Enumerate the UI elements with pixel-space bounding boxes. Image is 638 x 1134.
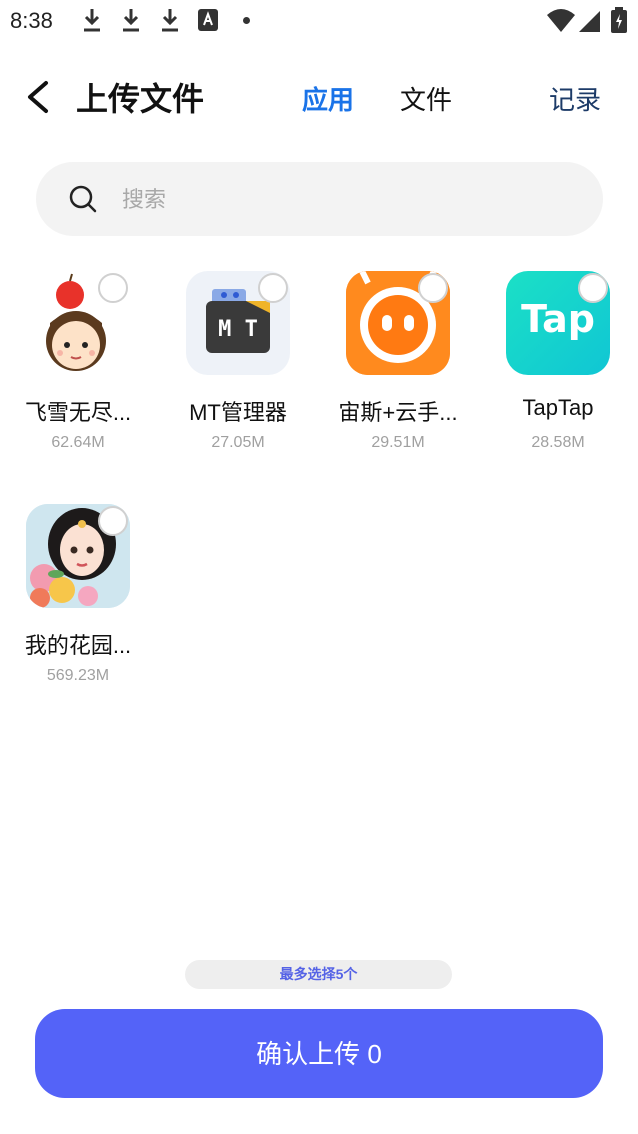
app-name: 宙斯+云手... xyxy=(338,400,458,425)
select-checkbox[interactable] xyxy=(258,273,288,303)
app-name: 飞雪无尽... xyxy=(24,400,132,425)
taptap-icon-text: Tap xyxy=(521,297,595,341)
tab-files[interactable]: 文件 xyxy=(400,80,452,117)
app-name: 我的花园... xyxy=(24,633,132,658)
selection-limit-hint: 最多选择5个 xyxy=(185,960,452,989)
dot-icon xyxy=(243,17,250,24)
app-name: TapTap xyxy=(522,395,594,420)
battery-icon xyxy=(611,7,627,33)
app-size: 569.23M xyxy=(46,667,110,684)
translate-icon xyxy=(198,9,218,31)
select-checkbox[interactable] xyxy=(98,506,128,536)
app-size: 27.05M xyxy=(211,434,265,451)
app-size: 28.58M xyxy=(531,434,585,451)
download-icon xyxy=(84,9,100,32)
search-icon xyxy=(69,185,97,213)
status-time: 8:38 xyxy=(10,8,53,33)
back-arrow-icon[interactable] xyxy=(22,78,56,116)
tab-apps[interactable]: 应用 xyxy=(302,80,354,117)
wifi-icon xyxy=(547,9,575,32)
records-link[interactable]: 记录 xyxy=(549,80,601,117)
app-size: 29.51M xyxy=(371,434,425,451)
app-size: 62.64M xyxy=(51,434,105,451)
select-checkbox[interactable] xyxy=(418,273,448,303)
select-checkbox[interactable] xyxy=(98,273,128,303)
confirm-upload-button[interactable]: 确认上传 0 xyxy=(35,1009,603,1098)
download-icon xyxy=(123,9,139,32)
download-icon xyxy=(162,9,178,32)
page-title: 上传文件 xyxy=(76,81,205,117)
mt-icon-text: M T xyxy=(218,317,258,342)
app-name: MT管理器 xyxy=(189,400,287,425)
select-checkbox[interactable] xyxy=(578,273,608,303)
search-bar[interactable] xyxy=(36,162,603,236)
signal-icon xyxy=(579,11,600,32)
status-bar: 8:38 xyxy=(0,0,638,42)
search-input[interactable] xyxy=(120,176,564,224)
